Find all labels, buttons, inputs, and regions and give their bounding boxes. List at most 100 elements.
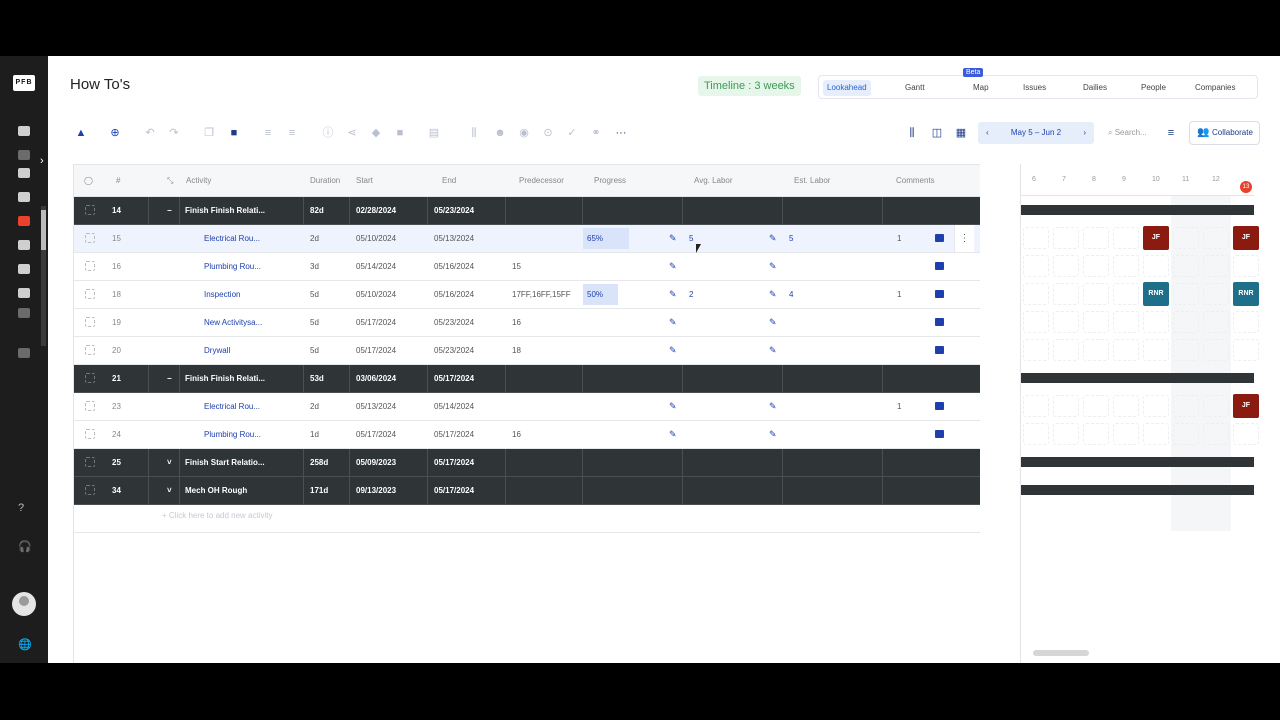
predecessor-cell[interactable]: 15 bbox=[506, 253, 583, 280]
table-row[interactable]: 16 Plumbing Rou... 3d 05/14/2024 05/16/2024 1… bbox=[74, 253, 980, 281]
predecessor-cell[interactable]: 18 bbox=[506, 337, 583, 364]
est-labor-cell[interactable] bbox=[783, 421, 883, 448]
copy-icon[interactable]: ❐ bbox=[203, 124, 215, 142]
edit-progress-icon[interactable]: ✎ bbox=[669, 318, 677, 327]
progress-cell[interactable]: 50% bbox=[583, 281, 683, 308]
prev-range-icon[interactable]: ‹ bbox=[986, 122, 989, 144]
row-checkbox[interactable] bbox=[85, 373, 95, 383]
gantt-group-bar[interactable] bbox=[1021, 457, 1254, 467]
print-icon[interactable]: ■ bbox=[228, 124, 240, 142]
progress-cell[interactable] bbox=[583, 253, 683, 280]
gantt-cell[interactable] bbox=[1113, 255, 1139, 277]
avg-labor-cell[interactable] bbox=[683, 421, 783, 448]
progress-cell[interactable] bbox=[583, 393, 683, 420]
gantt-cell[interactable] bbox=[1113, 227, 1139, 249]
share-icon[interactable]: ⋖ bbox=[346, 124, 358, 142]
activity-name[interactable]: Drywall bbox=[179, 337, 304, 364]
col-end[interactable]: End bbox=[442, 165, 456, 197]
end-cell[interactable]: 05/23/2024 bbox=[428, 309, 506, 336]
est-labor-cell[interactable] bbox=[783, 477, 883, 504]
avg-labor-cell[interactable] bbox=[683, 337, 783, 364]
folder-icon[interactable] bbox=[18, 192, 30, 202]
gantt-cell[interactable] bbox=[1173, 255, 1199, 277]
board-view-icon[interactable]: ⫼ bbox=[904, 124, 920, 142]
avg-labor-cell[interactable] bbox=[683, 253, 783, 280]
gantt-cell[interactable] bbox=[1023, 255, 1049, 277]
activity-name[interactable]: Finish Finish Relati... bbox=[179, 197, 304, 224]
table-row[interactable]: 24 Plumbing Rou... 1d 05/17/2024 05/17/2024 1… bbox=[74, 421, 980, 449]
row-checkbox[interactable] bbox=[85, 261, 95, 271]
col-number[interactable]: # bbox=[116, 165, 120, 197]
start-cell[interactable]: 05/10/2024 bbox=[350, 225, 428, 252]
gantt-cell[interactable] bbox=[1203, 283, 1229, 305]
gantt-cell[interactable] bbox=[1083, 395, 1109, 417]
folder-icon[interactable] bbox=[18, 168, 30, 178]
folder-icon[interactable] bbox=[18, 288, 30, 298]
outdent-icon[interactable]: ≡ bbox=[286, 124, 298, 142]
est-labor-cell[interactable] bbox=[783, 337, 883, 364]
add-icon[interactable]: ⊕ bbox=[108, 124, 122, 142]
est-labor-cell[interactable] bbox=[783, 309, 883, 336]
comment-icon[interactable] bbox=[935, 262, 944, 270]
predecessor-cell[interactable]: 16 bbox=[506, 309, 583, 336]
gantt-cell[interactable] bbox=[1053, 339, 1079, 361]
gantt-cell[interactable] bbox=[1113, 311, 1139, 333]
comments-count[interactable] bbox=[883, 309, 980, 336]
comments-count[interactable] bbox=[883, 365, 980, 392]
gantt-cell[interactable] bbox=[1023, 423, 1049, 445]
support-icon[interactable]: 🎧 bbox=[18, 540, 32, 553]
table-row[interactable]: 18 Inspection 5d 05/10/2024 05/16/2024 17FF,1… bbox=[74, 281, 980, 309]
gantt-group-bar[interactable] bbox=[1021, 205, 1254, 215]
predecessor-cell[interactable] bbox=[506, 477, 583, 504]
progress-cell[interactable] bbox=[583, 309, 683, 336]
edit-progress-icon[interactable]: ✎ bbox=[669, 430, 677, 439]
group-row[interactable]: 25 ˅ Finish Start Relatio... 258d 05/09/2023… bbox=[74, 449, 980, 477]
progress-cell[interactable] bbox=[583, 477, 683, 504]
col-start[interactable]: Start bbox=[356, 165, 373, 197]
tab-issues[interactable]: Issues bbox=[1019, 80, 1050, 96]
crew-chip[interactable]: JF bbox=[1233, 226, 1259, 250]
progress-cell[interactable] bbox=[583, 365, 683, 392]
gantt-cell[interactable] bbox=[1233, 255, 1259, 277]
tab-lookahead[interactable]: Lookahead bbox=[823, 80, 871, 96]
gantt-cell[interactable] bbox=[1053, 311, 1079, 333]
edit-progress-icon[interactable]: ✎ bbox=[669, 346, 677, 355]
fill-icon[interactable]: ◆ bbox=[370, 124, 382, 142]
link-icon[interactable]: ⚭ bbox=[590, 124, 602, 142]
help-icon[interactable]: ? bbox=[18, 502, 24, 514]
tab-gantt[interactable]: Gantt bbox=[901, 80, 929, 96]
gantt-cell[interactable] bbox=[1113, 395, 1139, 417]
gantt-cell[interactable] bbox=[1143, 339, 1169, 361]
columns-icon[interactable]: ⫼ bbox=[468, 124, 480, 142]
duration-cell[interactable]: 5d bbox=[304, 309, 350, 336]
gantt-cell[interactable] bbox=[1083, 423, 1109, 445]
edit-avg-labor-icon[interactable]: ✎ bbox=[769, 234, 777, 243]
row-checkbox[interactable] bbox=[85, 317, 95, 327]
group-toggle-icon[interactable]: − bbox=[150, 197, 180, 224]
duration-cell[interactable]: 5d bbox=[304, 337, 350, 364]
activity-name[interactable]: Plumbing Rou... bbox=[179, 421, 304, 448]
end-cell[interactable]: 05/13/2024 bbox=[428, 225, 506, 252]
comments-count[interactable] bbox=[883, 337, 980, 364]
gantt-cell[interactable] bbox=[1083, 339, 1109, 361]
end-cell[interactable]: 05/23/2024 bbox=[428, 337, 506, 364]
user-avatar[interactable] bbox=[12, 592, 36, 616]
est-labor-cell[interactable] bbox=[783, 365, 883, 392]
edit-avg-labor-icon[interactable]: ✎ bbox=[769, 290, 777, 299]
edit-avg-labor-icon[interactable]: ✎ bbox=[769, 346, 777, 355]
end-cell[interactable]: 05/14/2024 bbox=[428, 393, 506, 420]
gantt-cell[interactable] bbox=[1143, 255, 1169, 277]
group-row[interactable]: 34 ˅ Mech OH Rough 171d 09/13/2023 05/17/2024 bbox=[74, 477, 980, 505]
comment-icon[interactable] bbox=[935, 402, 944, 410]
gantt-group-bar[interactable] bbox=[1021, 373, 1254, 383]
gantt-cell[interactable] bbox=[1203, 255, 1229, 277]
row-checkbox[interactable] bbox=[85, 205, 95, 215]
comments-count[interactable] bbox=[883, 421, 980, 448]
gantt-cell[interactable] bbox=[1203, 311, 1229, 333]
next-range-icon[interactable]: › bbox=[1083, 122, 1086, 144]
gantt-cell[interactable] bbox=[1113, 339, 1139, 361]
avg-labor-cell[interactable]: 2 bbox=[683, 281, 783, 308]
duration-cell[interactable]: 82d bbox=[304, 197, 350, 224]
layers-icon[interactable]: ▤ bbox=[428, 124, 440, 142]
col-duration[interactable]: Duration bbox=[310, 165, 340, 197]
